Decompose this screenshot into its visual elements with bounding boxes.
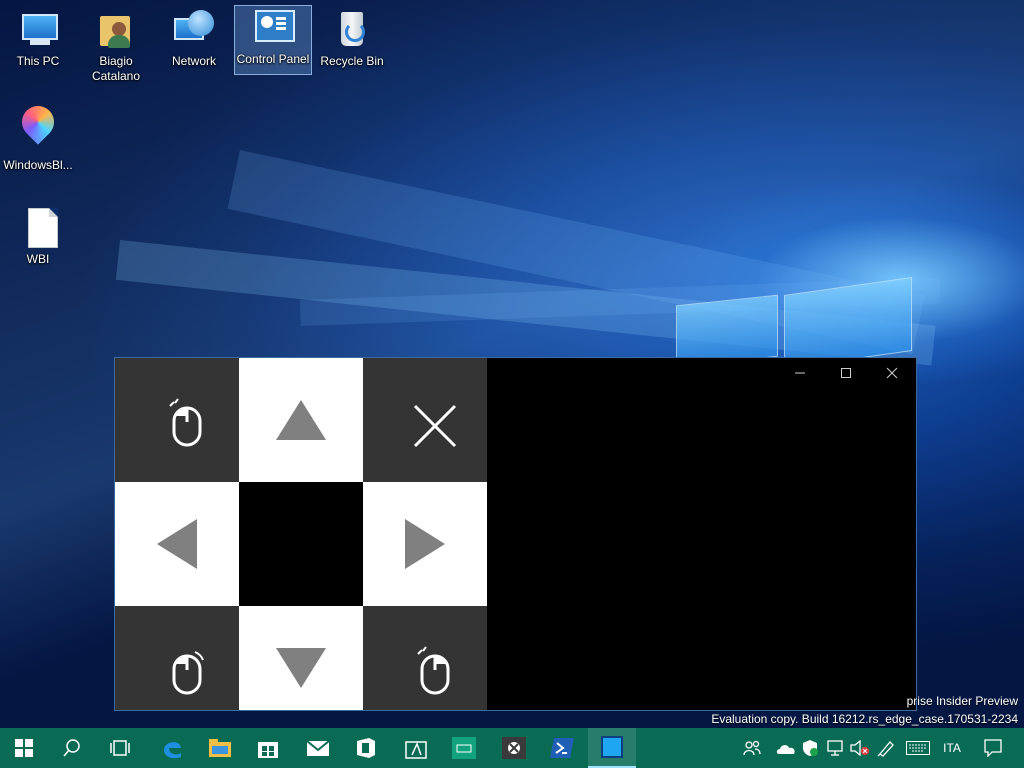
start-button[interactable] bbox=[0, 728, 48, 768]
move-down-button[interactable] bbox=[239, 606, 363, 710]
office-button[interactable] bbox=[342, 728, 390, 768]
watermark-build: Evaluation copy. Build 16212.rs_edge_cas… bbox=[711, 712, 1018, 726]
desktop-icon-control-panel[interactable]: Control Panel bbox=[234, 5, 312, 75]
volume-button[interactable] bbox=[848, 728, 872, 768]
onedrive-icon bbox=[776, 745, 795, 754]
move-up-button[interactable] bbox=[239, 358, 363, 482]
powershell-button[interactable] bbox=[538, 728, 586, 768]
close-icon bbox=[886, 367, 898, 379]
mail-button[interactable] bbox=[294, 728, 342, 768]
action-center-icon bbox=[984, 739, 1002, 757]
desktop-icon-label: WindowsBl... bbox=[3, 158, 73, 172]
center-pad[interactable] bbox=[239, 482, 363, 606]
minimize-icon bbox=[795, 372, 805, 374]
mouse-left-drag-icon bbox=[172, 651, 204, 695]
arrow-up-icon bbox=[276, 400, 326, 440]
watermark-edition: prise Insider Preview bbox=[906, 694, 1018, 708]
control-panel-icon bbox=[251, 6, 295, 50]
search-button[interactable] bbox=[48, 728, 96, 768]
store-button[interactable] bbox=[244, 728, 292, 768]
action-center-button[interactable] bbox=[978, 728, 1008, 768]
pen-button[interactable] bbox=[874, 728, 898, 768]
recycle-bin-icon bbox=[330, 8, 374, 52]
xbox-button[interactable] bbox=[490, 728, 538, 768]
close-pad-button[interactable] bbox=[363, 358, 487, 482]
onedrive-button[interactable] bbox=[774, 728, 798, 768]
network-tray-button[interactable] bbox=[824, 728, 848, 768]
defender-button[interactable] bbox=[798, 728, 822, 768]
desktop-icon-label: Recycle Bin bbox=[320, 54, 384, 68]
desktop-icon-label-line2: Catalano bbox=[91, 69, 141, 83]
move-right-button[interactable] bbox=[363, 482, 487, 606]
minimize-button[interactable] bbox=[777, 358, 823, 388]
edge-button[interactable] bbox=[148, 728, 196, 768]
maximize-button[interactable] bbox=[823, 358, 869, 388]
active-app-icon bbox=[601, 736, 623, 758]
store-icon bbox=[258, 742, 278, 758]
desktop-icon-recycle-bin[interactable]: Recycle Bin bbox=[314, 8, 390, 69]
task-view-button[interactable] bbox=[96, 728, 144, 768]
move-left-button[interactable] bbox=[115, 482, 239, 606]
right-click-button[interactable] bbox=[363, 606, 487, 710]
left-click-button[interactable] bbox=[115, 358, 239, 482]
paint-3d-icon bbox=[15, 99, 61, 156]
active-app-button[interactable] bbox=[588, 728, 636, 768]
powershell-icon bbox=[550, 738, 574, 758]
people-button[interactable] bbox=[740, 728, 764, 768]
volume-muted-icon bbox=[850, 740, 869, 756]
mouse-control-window bbox=[114, 357, 917, 711]
file-explorer-icon bbox=[209, 739, 231, 757]
keyboard-app-icon bbox=[452, 737, 476, 759]
people-icon bbox=[743, 740, 761, 756]
defender-icon bbox=[803, 740, 818, 756]
desktop-icon-user-folder[interactable]: Biagio Catalano bbox=[78, 8, 154, 84]
task-view-icon bbox=[110, 740, 130, 756]
desktop-icon-network[interactable]: Network bbox=[156, 8, 232, 69]
network-icon bbox=[172, 8, 216, 52]
mouse-left-click-icon bbox=[169, 398, 202, 447]
desktop-icon-label: Network bbox=[171, 54, 216, 68]
arrow-right-icon bbox=[405, 519, 445, 569]
arrow-down-icon bbox=[276, 648, 326, 688]
desktop-icon-wbi[interactable]: WBI bbox=[0, 206, 76, 267]
desktop-icon-label: WBI bbox=[26, 252, 50, 266]
document-icon bbox=[16, 206, 60, 250]
desktop-icon-label-line1: Biagio bbox=[99, 54, 133, 68]
touch-keyboard-button[interactable] bbox=[904, 728, 932, 768]
network-icon bbox=[827, 740, 843, 756]
desktop-icon-windowsbl[interactable]: WindowsBl... bbox=[0, 99, 76, 173]
search-icon bbox=[63, 739, 80, 757]
maximize-icon bbox=[841, 368, 851, 378]
whiteboard-button[interactable] bbox=[392, 728, 440, 768]
start-icon bbox=[15, 739, 33, 757]
window-close-button[interactable] bbox=[869, 358, 915, 388]
mouse-right-click-icon bbox=[417, 646, 450, 695]
direction-pad bbox=[115, 358, 487, 710]
close-x-icon bbox=[413, 404, 457, 448]
file-explorer-button[interactable] bbox=[196, 728, 244, 768]
edge-icon bbox=[164, 742, 181, 759]
user-folder-icon bbox=[94, 8, 138, 52]
computer-icon bbox=[16, 8, 60, 52]
office-icon bbox=[357, 738, 375, 758]
taskbar: ITA bbox=[0, 728, 1024, 768]
xbox-icon bbox=[502, 737, 526, 759]
desktop-icon-label: This PC bbox=[16, 54, 60, 68]
desktop-icon-this-pc[interactable]: This PC bbox=[0, 8, 76, 69]
left-drag-button[interactable] bbox=[115, 606, 239, 710]
whiteboard-icon bbox=[405, 741, 427, 759]
keyboard-app-button[interactable] bbox=[440, 728, 488, 768]
mail-icon bbox=[306, 740, 330, 756]
arrow-left-icon bbox=[157, 519, 197, 569]
desktop-icon-label: Control Panel bbox=[236, 52, 310, 66]
input-language[interactable]: ITA bbox=[934, 728, 970, 768]
touch-keyboard-icon bbox=[906, 741, 930, 755]
pen-icon bbox=[877, 741, 894, 757]
